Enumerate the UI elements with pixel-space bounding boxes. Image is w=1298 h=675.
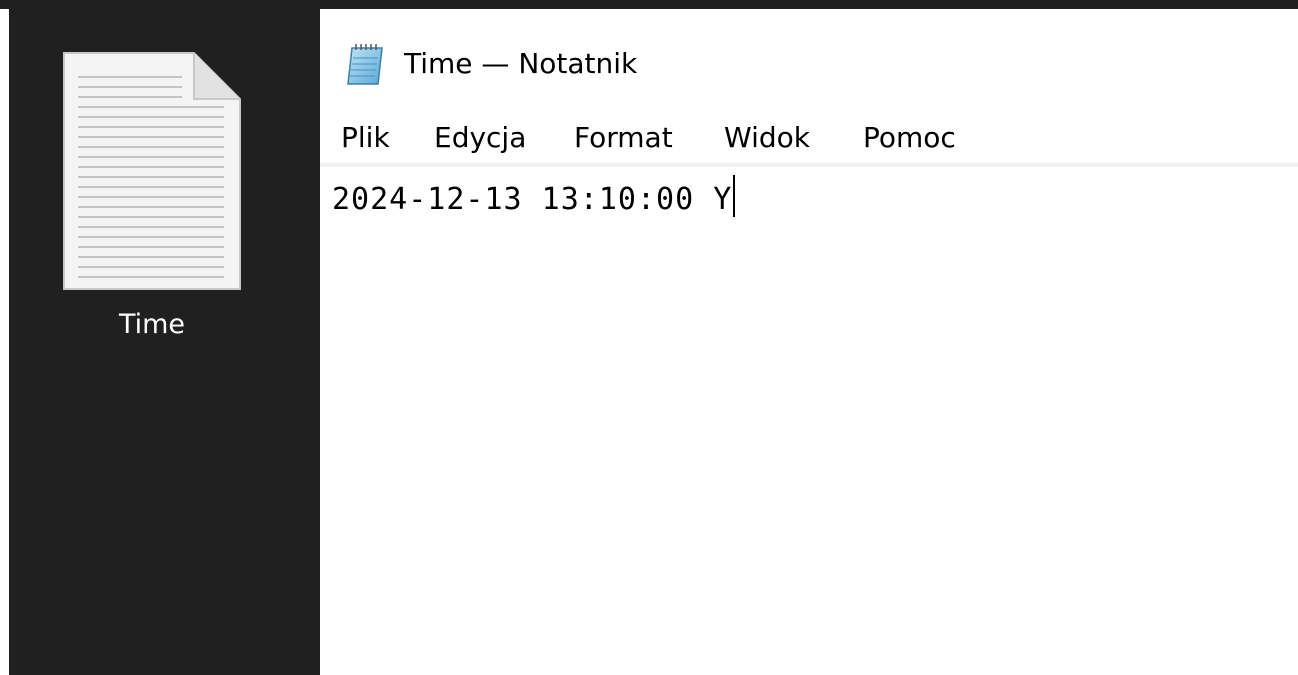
menu-bar: Plik Edycja Format Widok Pomoc [320, 109, 1298, 163]
text-editor[interactable]: 2024-12-13 13:10:00 Y [320, 167, 1298, 675]
desktop-file-label: Time [118, 309, 186, 340]
menu-plik[interactable]: Plik [341, 121, 390, 154]
editor-content: 2024-12-13 13:10:00 Y [332, 182, 733, 217]
desktop-file-time[interactable]: Time [49, 39, 249, 349]
text-file-icon [63, 52, 241, 290]
menu-format[interactable]: Format [574, 121, 673, 154]
screen-top-edge [0, 0, 1298, 9]
menu-pomoc[interactable]: Pomoc [863, 121, 956, 154]
screen: Time Time — Notatnik Plik Edycja Format … [0, 0, 1298, 675]
notepad-icon [347, 44, 383, 85]
window-title: Time — Notatnik [404, 47, 638, 80]
menu-edycja[interactable]: Edycja [434, 121, 526, 154]
menu-widok[interactable]: Widok [724, 121, 810, 154]
title-bar[interactable]: Time — Notatnik [320, 9, 1298, 109]
desktop: Time [9, 9, 320, 675]
notepad-window: Time — Notatnik Plik Edycja Format Widok… [320, 9, 1298, 675]
text-caret [733, 175, 736, 217]
editor-text-line: 2024-12-13 13:10:00 Y [332, 175, 736, 217]
